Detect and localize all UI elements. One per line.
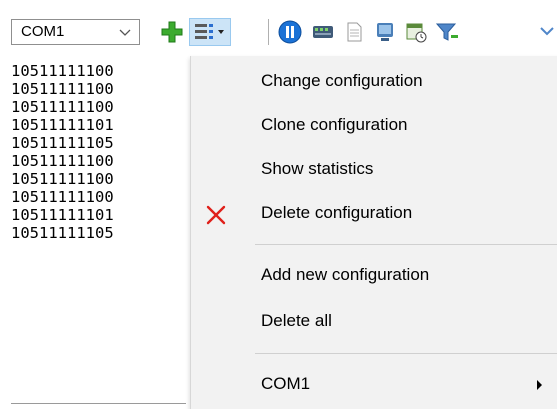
- document-button[interactable]: [340, 18, 368, 46]
- menu-item-label: Clone configuration: [261, 115, 408, 134]
- terminal-icon: [377, 23, 393, 41]
- data-line: 10511111100: [11, 152, 114, 170]
- delete-x-icon: [206, 205, 226, 225]
- menu-item-label: COM1: [261, 374, 311, 393]
- add-button[interactable]: [158, 18, 186, 46]
- device-button[interactable]: [309, 18, 337, 46]
- menu-item-label: Delete configuration: [261, 203, 413, 222]
- data-line: 10511111105: [11, 224, 114, 242]
- configuration-menu-button[interactable]: [189, 18, 231, 46]
- schedule-button[interactable]: [402, 18, 430, 46]
- menu-item-show-statistics[interactable]: Show statistics: [191, 150, 557, 190]
- port-select[interactable]: COM1: [11, 19, 140, 45]
- status-divider: [11, 403, 186, 404]
- chevron-down-icon: [119, 29, 131, 36]
- data-line: 10511111100: [11, 170, 114, 188]
- menu-item-label: Change configuration: [261, 71, 423, 90]
- data-line: 10511111100: [11, 80, 114, 98]
- menu-separator: [255, 353, 557, 354]
- data-line: 10511111101: [11, 116, 114, 134]
- document-icon: [347, 22, 362, 42]
- pause-icon: [278, 20, 302, 44]
- configuration-menu-icon: [195, 24, 224, 39]
- data-line: 10511111105: [11, 134, 114, 152]
- filter-button[interactable]: [433, 18, 461, 46]
- add-icon: [161, 21, 183, 43]
- data-line: 10511111100: [11, 62, 114, 80]
- app-window: COM1 10511111100 10511111100 10511111100…: [0, 0, 557, 409]
- toolbar: COM1: [0, 0, 557, 62]
- submenu-arrow-icon: [537, 380, 542, 390]
- context-menu: Change configuration Clone configuration…: [191, 56, 557, 409]
- data-output[interactable]: 10511111100 10511111100 10511111100 1051…: [11, 62, 211, 409]
- overflow-button[interactable]: [538, 18, 557, 46]
- data-line: 10511111101: [11, 206, 114, 224]
- port-select-value: COM1: [21, 23, 65, 40]
- data-line: 10511111100: [11, 188, 114, 206]
- menu-item-com1[interactable]: COM1: [191, 365, 557, 405]
- terminal-button[interactable]: [371, 18, 399, 46]
- menu-item-label: Add new configuration: [261, 265, 430, 284]
- pause-button[interactable]: [276, 18, 304, 46]
- menu-item-delete-configuration[interactable]: Delete configuration: [191, 194, 557, 234]
- data-line: 10511111100: [11, 98, 114, 116]
- toolbar-separator: [268, 19, 269, 45]
- menu-item-label: Delete all: [261, 311, 332, 330]
- menu-item-label: Show statistics: [261, 159, 374, 178]
- device-icon: [313, 26, 333, 38]
- menu-item-add-new-configuration[interactable]: Add new configuration: [191, 256, 557, 296]
- menu-item-change-configuration[interactable]: Change configuration: [191, 62, 557, 102]
- menu-item-delete-all[interactable]: Delete all: [191, 302, 557, 342]
- menu-item-clone-configuration[interactable]: Clone configuration: [191, 106, 557, 146]
- sort-icon: [540, 27, 554, 36]
- schedule-icon: [406, 23, 427, 43]
- menu-separator: [255, 244, 557, 245]
- filter-icon: [435, 23, 458, 41]
